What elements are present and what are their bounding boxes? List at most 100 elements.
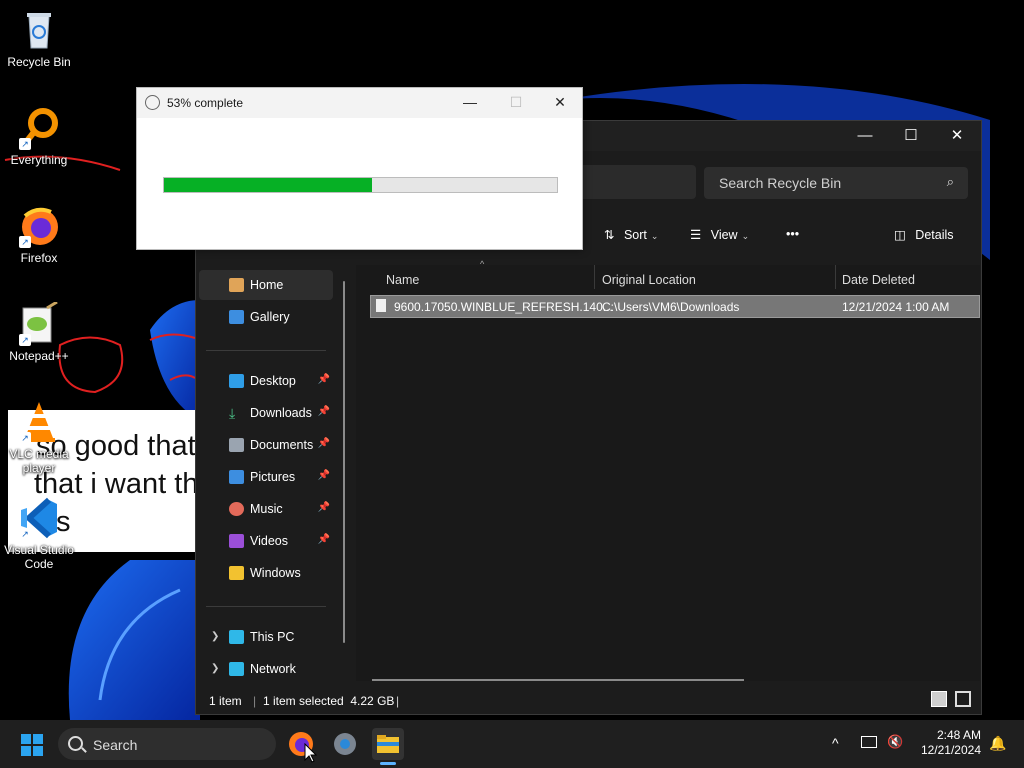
desktop-icon-label: Notepad++ (9, 349, 69, 363)
nav-divider (206, 606, 326, 607)
file-name: 9600.17050.WINBLUE_REFRESH.140... (394, 300, 613, 314)
nav-item-videos[interactable]: Videos 📌 (199, 526, 333, 556)
minimize-button[interactable]: — (447, 88, 493, 118)
desktop-icon-vlc[interactable]: ↗ VLC media player (0, 400, 78, 475)
status-item-count: 1 item (209, 694, 242, 708)
gallery-icon (229, 310, 244, 324)
shortcut-arrow-icon: ↗ (19, 528, 31, 540)
gear-icon (334, 733, 356, 755)
nav-item-label: Downloads (250, 406, 312, 420)
shortcut-arrow-icon: ↗ (19, 138, 31, 150)
table-row[interactable]: 9600.17050.WINBLUE_REFRESH.140... C:\Use… (370, 295, 980, 318)
maximize-button[interactable]: ☐ (888, 121, 934, 151)
desktop-icon-recycle-bin[interactable]: Recycle Bin (0, 8, 78, 69)
nav-item-music[interactable]: Music 📌 (199, 494, 333, 524)
nav-item-label: Documents (250, 438, 314, 452)
pin-icon[interactable]: 📌 (318, 470, 330, 481)
dialog-titlebar[interactable]: 53% complete — ☐ ✕ (137, 88, 582, 118)
volume-muted-icon[interactable]: 🔇 (887, 734, 903, 750)
desktop-icon-label: Recycle Bin (7, 55, 71, 69)
nav-item-documents[interactable]: Documents 📌 (199, 430, 333, 460)
home-icon (229, 278, 244, 292)
documents-icon (229, 438, 244, 452)
sort-icon: ⇅ (604, 228, 615, 242)
nav-item-network[interactable]: ❯ Network (199, 654, 333, 684)
shortcut-arrow-icon: ↗ (19, 334, 31, 346)
search-box[interactable]: Search Recycle Bin ⌕ (704, 167, 968, 199)
taskbar-file-explorer[interactable] (372, 728, 404, 765)
folder-icon (229, 566, 244, 580)
clock-time: 2:48 AM (936, 728, 981, 742)
details-pane-button[interactable]: ◫ Details (894, 227, 954, 242)
desktop-icon-vscode[interactable]: ↗ Visual Studio Code (0, 496, 78, 571)
everything-icon: ↗ (17, 106, 61, 150)
nav-item-windows[interactable]: Windows (199, 558, 333, 588)
details-view-icon[interactable] (931, 691, 947, 707)
file-icon (376, 299, 386, 312)
nav-item-downloads[interactable]: ⤓ Downloads 📌 (199, 398, 333, 428)
clock[interactable]: 2:48 AM 12/21/2024 (921, 728, 981, 758)
nav-item-label: Windows (250, 566, 301, 580)
pin-icon[interactable]: 📌 (318, 534, 330, 545)
sort-button[interactable]: ⇅ Sort ⌄ (604, 227, 658, 242)
close-button[interactable]: ✕ (934, 121, 980, 151)
nav-item-this-pc[interactable]: ❯ This PC (199, 622, 333, 652)
nav-item-label: Music (250, 502, 283, 516)
navigation-pane: Home Gallery Desktop 📌 ⤓ Downloads 📌 Doc… (196, 265, 354, 683)
pin-icon[interactable]: 📌 (318, 438, 330, 449)
folder-icon (377, 735, 399, 753)
pin-icon[interactable]: 📌 (318, 406, 330, 417)
search-icon: ⌕ (946, 174, 954, 189)
nav-item-desktop[interactable]: Desktop 📌 (199, 366, 333, 396)
nav-item-label: Gallery (250, 310, 290, 324)
nav-scrollbar[interactable] (343, 281, 345, 643)
column-divider[interactable] (594, 265, 595, 289)
desktop-icon-label: Firefox (20, 251, 58, 265)
nav-item-pictures[interactable]: Pictures 📌 (199, 462, 333, 492)
pin-icon[interactable]: 📌 (318, 374, 330, 385)
search-placeholder: Search Recycle Bin (719, 175, 842, 191)
active-app-indicator (380, 762, 396, 765)
network-tray-icon[interactable] (861, 736, 877, 748)
chevron-up-icon[interactable]: ^ (832, 735, 839, 751)
chevron-right-icon[interactable]: ❯ (211, 631, 219, 642)
desktop-icon-notepadpp[interactable]: ↗ Notepad++ (0, 300, 78, 363)
this-pc-icon (229, 630, 244, 644)
pin-icon[interactable]: 📌 (318, 502, 330, 513)
nav-item-label: Home (250, 278, 284, 292)
nav-item-label: Videos (250, 534, 288, 548)
desktop-icon-label: Everything (10, 153, 68, 167)
taskbar-search[interactable]: Search (58, 728, 276, 760)
nav-item-home[interactable]: Home (199, 270, 333, 300)
file-date-deleted: 12/21/2024 1:00 AM (842, 300, 950, 314)
status-divider: | (396, 694, 400, 708)
start-button[interactable] (21, 734, 43, 756)
shortcut-arrow-icon: ↗ (19, 432, 31, 444)
minimize-button[interactable]: — (842, 121, 888, 151)
status-divider: | (253, 694, 257, 708)
view-button[interactable]: ☰ View ⌄ (690, 227, 749, 242)
horizontal-scrollbar[interactable] (372, 679, 744, 681)
tiles-view-icon[interactable] (955, 691, 971, 707)
more-options-button[interactable]: ••• (786, 227, 799, 241)
desktop-icon-firefox[interactable]: ↗ Firefox (0, 204, 78, 265)
column-header-original-location[interactable]: Original Location (602, 273, 696, 287)
downloads-icon: ⤓ (229, 405, 236, 421)
nav-item-gallery[interactable]: Gallery (199, 302, 333, 332)
desktop-icon-everything[interactable]: ↗ Everything (0, 106, 78, 167)
details-pane-icon: ◫ (894, 228, 906, 242)
sort-up-icon: ^ (480, 259, 485, 269)
view-icon: ☰ (690, 228, 702, 242)
column-divider[interactable] (835, 265, 836, 289)
notification-bell-icon[interactable]: 🔔 (989, 735, 1006, 752)
close-button[interactable]: ✕ (537, 88, 583, 118)
windows-logo-icon (21, 734, 43, 756)
taskbar-settings[interactable] (329, 728, 361, 760)
column-header-date-deleted[interactable]: Date Deleted (842, 273, 915, 287)
desktop-icon-label: VLC media player (9, 447, 69, 475)
column-header-name[interactable]: Name (386, 273, 419, 287)
music-icon (229, 502, 244, 516)
chevron-right-icon[interactable]: ❯ (211, 663, 219, 674)
shortcut-arrow-icon: ↗ (19, 236, 31, 248)
firefox-icon: ↗ (17, 204, 61, 248)
